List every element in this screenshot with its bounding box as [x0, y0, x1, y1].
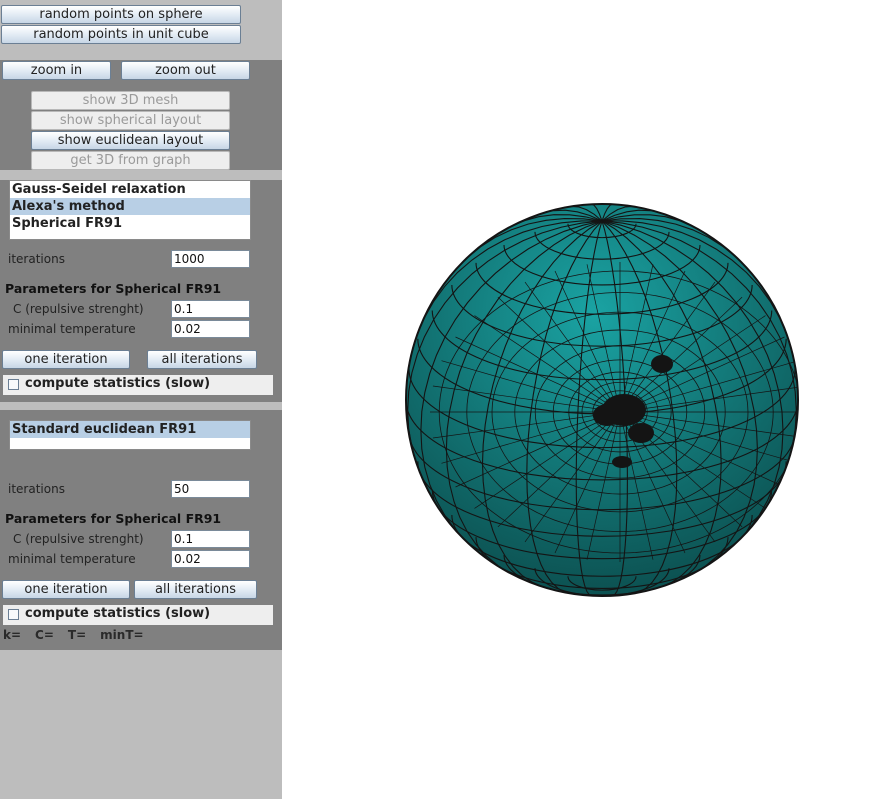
view-panel: zoom in zoom out show 3D mesh show spher… [0, 60, 282, 170]
zoom-out-button[interactable]: zoom out [121, 61, 250, 80]
list-item[interactable]: Standard euclidean FR91 [10, 421, 250, 438]
iterations-label: iterations [8, 482, 65, 496]
random-points-cube-button[interactable]: random points in unit cube [1, 25, 241, 44]
compute-statistics-row[interactable]: compute statistics (slow) [3, 375, 273, 395]
compute-statistics-label: compute statistics (slow) [25, 376, 211, 391]
compute-statistics-checkbox[interactable] [8, 609, 19, 620]
min-temperature-input[interactable] [171, 550, 250, 568]
zoom-in-button[interactable]: zoom in [2, 61, 111, 80]
list-item[interactable]: Gauss-Seidel relaxation [10, 181, 250, 198]
iterations-input[interactable] [171, 480, 250, 498]
c-label: C (repulsive strenght) [13, 532, 144, 546]
show-spherical-layout-button[interactable]: show spherical layout [31, 111, 230, 130]
euclidean-layout-panel: Standard euclidean FR91 iterations Param… [0, 410, 282, 650]
3d-viewer[interactable] [282, 0, 886, 799]
stat-k: k= [3, 628, 22, 642]
show-3d-mesh-button[interactable]: show 3D mesh [31, 91, 230, 110]
c-input[interactable] [171, 530, 250, 548]
all-iterations-button[interactable]: all iterations [147, 350, 257, 369]
spherical-layout-panel: Gauss-Seidel relaxation Alexa's method S… [0, 180, 282, 402]
show-euclidean-layout-button[interactable]: show euclidean layout [31, 131, 230, 150]
params-header: Parameters for Spherical FR91 [5, 281, 222, 296]
params-header: Parameters for Spherical FR91 [5, 511, 222, 526]
list-item[interactable]: Alexa's method [10, 198, 250, 215]
min-temperature-label: minimal temperature [8, 322, 136, 336]
min-temperature-label: minimal temperature [8, 552, 136, 566]
one-iteration-button[interactable]: one iteration [2, 350, 130, 369]
compute-statistics-label: compute statistics (slow) [25, 606, 211, 621]
control-sidebar: random points on sphere random points in… [0, 0, 282, 799]
iterations-input[interactable] [171, 250, 250, 268]
c-input[interactable] [171, 300, 250, 318]
euclidean-method-list[interactable]: Standard euclidean FR91 [9, 420, 251, 450]
all-iterations-button[interactable]: all iterations [134, 580, 257, 599]
spherical-method-list[interactable]: Gauss-Seidel relaxation Alexa's method S… [9, 180, 251, 240]
stat-t: T= [67, 628, 87, 642]
get-3d-from-graph-button[interactable]: get 3D from graph [31, 151, 230, 170]
c-label: C (repulsive strenght) [13, 302, 144, 316]
iterations-label: iterations [8, 252, 65, 266]
list-item[interactable]: Spherical FR91 [10, 215, 250, 232]
compute-statistics-row[interactable]: compute statistics (slow) [3, 605, 273, 625]
sphere-mesh-canvas[interactable] [282, 0, 886, 799]
compute-statistics-checkbox[interactable] [8, 379, 19, 390]
statistics-readout: k= C= T= minT= [3, 628, 158, 642]
stat-c: C= [35, 628, 54, 642]
min-temperature-input[interactable] [171, 320, 250, 338]
random-points-sphere-button[interactable]: random points on sphere [1, 5, 241, 24]
one-iteration-button[interactable]: one iteration [2, 580, 130, 599]
stat-mint: minT= [100, 628, 144, 642]
